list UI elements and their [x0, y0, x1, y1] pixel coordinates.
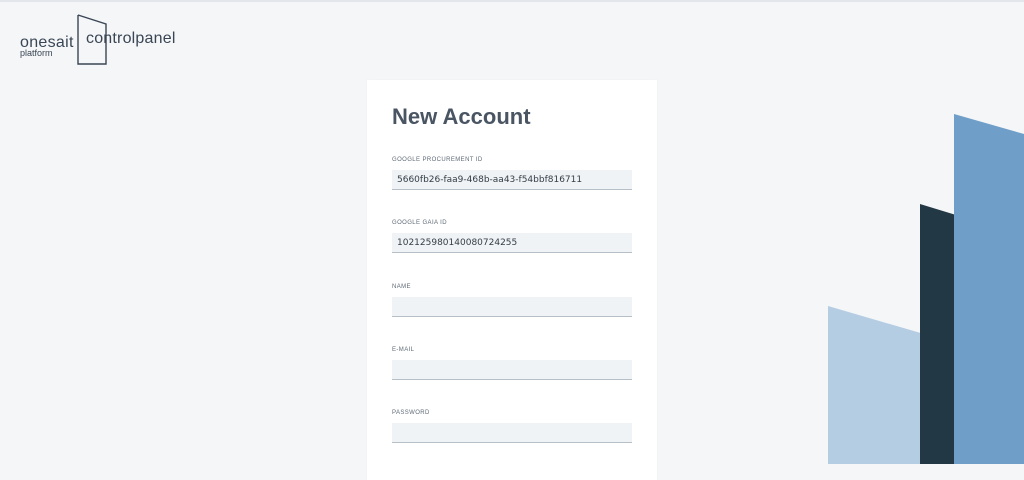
email-field: E-MAIL [392, 347, 632, 380]
deco-light-bar [828, 306, 924, 464]
password-input[interactable] [392, 423, 632, 443]
password-label: PASSWORD [392, 410, 430, 416]
procurement-id-input[interactable] [392, 170, 632, 190]
deco-dark-bar [920, 204, 956, 464]
brand-subtitle: platform [20, 48, 53, 58]
new-account-card: New Account GOOGLE PROCUREMENT ID GOOGLE… [367, 80, 657, 480]
name-field: NAME [392, 284, 632, 317]
gaia-id-input[interactable] [392, 233, 632, 253]
procurement-id-field: GOOGLE PROCUREMENT ID [392, 157, 632, 190]
product-name: controlpanel [86, 30, 176, 47]
email-label: E-MAIL [392, 347, 415, 353]
gaia-id-label: GOOGLE GAIA ID [392, 220, 447, 226]
email-input[interactable] [392, 360, 632, 380]
name-label: NAME [392, 284, 411, 290]
password-field: PASSWORD [392, 410, 632, 443]
decorative-bars [828, 114, 1024, 464]
page-title: New Account [392, 104, 531, 129]
deco-blue-bar [954, 114, 1024, 464]
procurement-id-label: GOOGLE PROCUREMENT ID [392, 157, 483, 163]
gaia-id-field: GOOGLE GAIA ID [392, 220, 632, 253]
name-input[interactable] [392, 297, 632, 317]
